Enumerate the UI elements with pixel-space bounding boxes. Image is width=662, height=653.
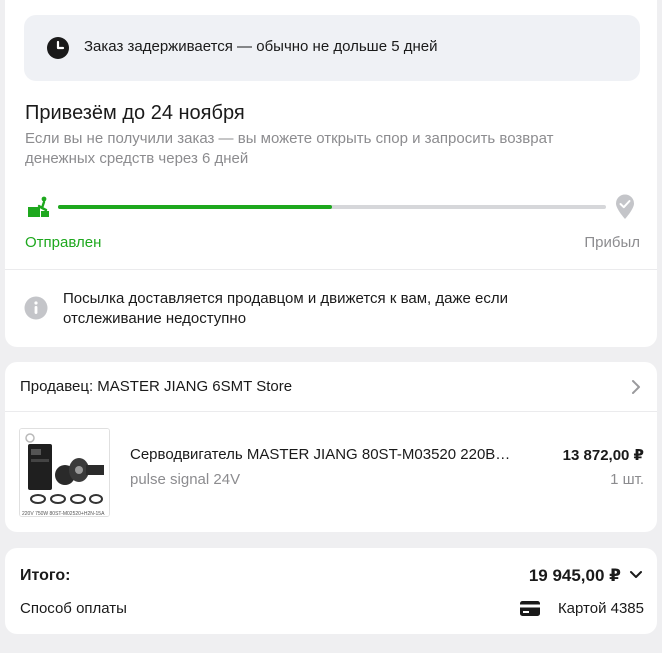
total-value[interactable]: 19 945,00 ₽ bbox=[529, 566, 621, 586]
total-label: Итого: bbox=[20, 567, 71, 584]
product-quantity: 1 шт. bbox=[610, 471, 644, 488]
step-shipped-label: Отправлен bbox=[25, 234, 102, 251]
delay-notice: Заказ задерживается — обычно не дольше 5… bbox=[24, 15, 640, 81]
seller-row[interactable]: Продавец: MASTER JIANG 6SMT Store bbox=[5, 362, 657, 411]
info-icon bbox=[24, 296, 48, 320]
delivery-progress-bar bbox=[58, 205, 606, 209]
product-variant: pulse signal 24V bbox=[130, 471, 241, 488]
product-name[interactable]: Серводвигатель MASTER JIANG 80ST-M03520 … bbox=[130, 446, 550, 463]
divider bbox=[5, 269, 657, 270]
chevron-down-icon[interactable] bbox=[629, 570, 643, 580]
order-total-card: Итого: 19 945,00 ₽ Способ оплаты Картой … bbox=[5, 548, 657, 634]
payment-method-label: Способ оплаты bbox=[20, 600, 127, 617]
payment-method-value: Картой 4385 bbox=[557, 600, 644, 617]
clock-icon bbox=[47, 37, 69, 59]
delivery-progress-fill bbox=[58, 205, 332, 209]
delay-notice-text: Заказ задерживается — обычно не дольше 5… bbox=[84, 38, 438, 55]
dispute-hint: Если вы не получили заказ — вы можете от… bbox=[25, 130, 554, 167]
delivery-date-title: Привезём до 24 ноября bbox=[25, 102, 245, 124]
tracking-info-text: Посылка доставляется продавцом и движетс… bbox=[63, 290, 508, 327]
seller-name: Продавец: MASTER JIANG 6SMT Store bbox=[20, 378, 293, 395]
divider bbox=[5, 411, 657, 412]
tracking-card: Заказ задерживается — обычно не дольше 5… bbox=[5, 0, 657, 347]
step-arrived-label: Прибыл bbox=[584, 234, 640, 251]
product-price: 13 872,00 ₽ bbox=[562, 447, 644, 464]
chevron-right-icon bbox=[632, 380, 640, 394]
destination-pin-icon bbox=[616, 194, 634, 219]
servo-motor-picture: 220V 750W 80ST-M02520+H2N-15A bbox=[20, 429, 109, 517]
product-image[interactable]: 220V 750W 80ST-M02520+H2N-15A bbox=[19, 428, 110, 517]
seller-card: Продавец: MASTER JIANG 6SMT Store 220V 7… bbox=[5, 362, 657, 532]
credit-card-icon bbox=[520, 601, 540, 616]
product-image-caption: 220V 750W 80ST-M02520+H2N-15A bbox=[22, 511, 105, 517]
shipped-icon bbox=[28, 196, 49, 217]
